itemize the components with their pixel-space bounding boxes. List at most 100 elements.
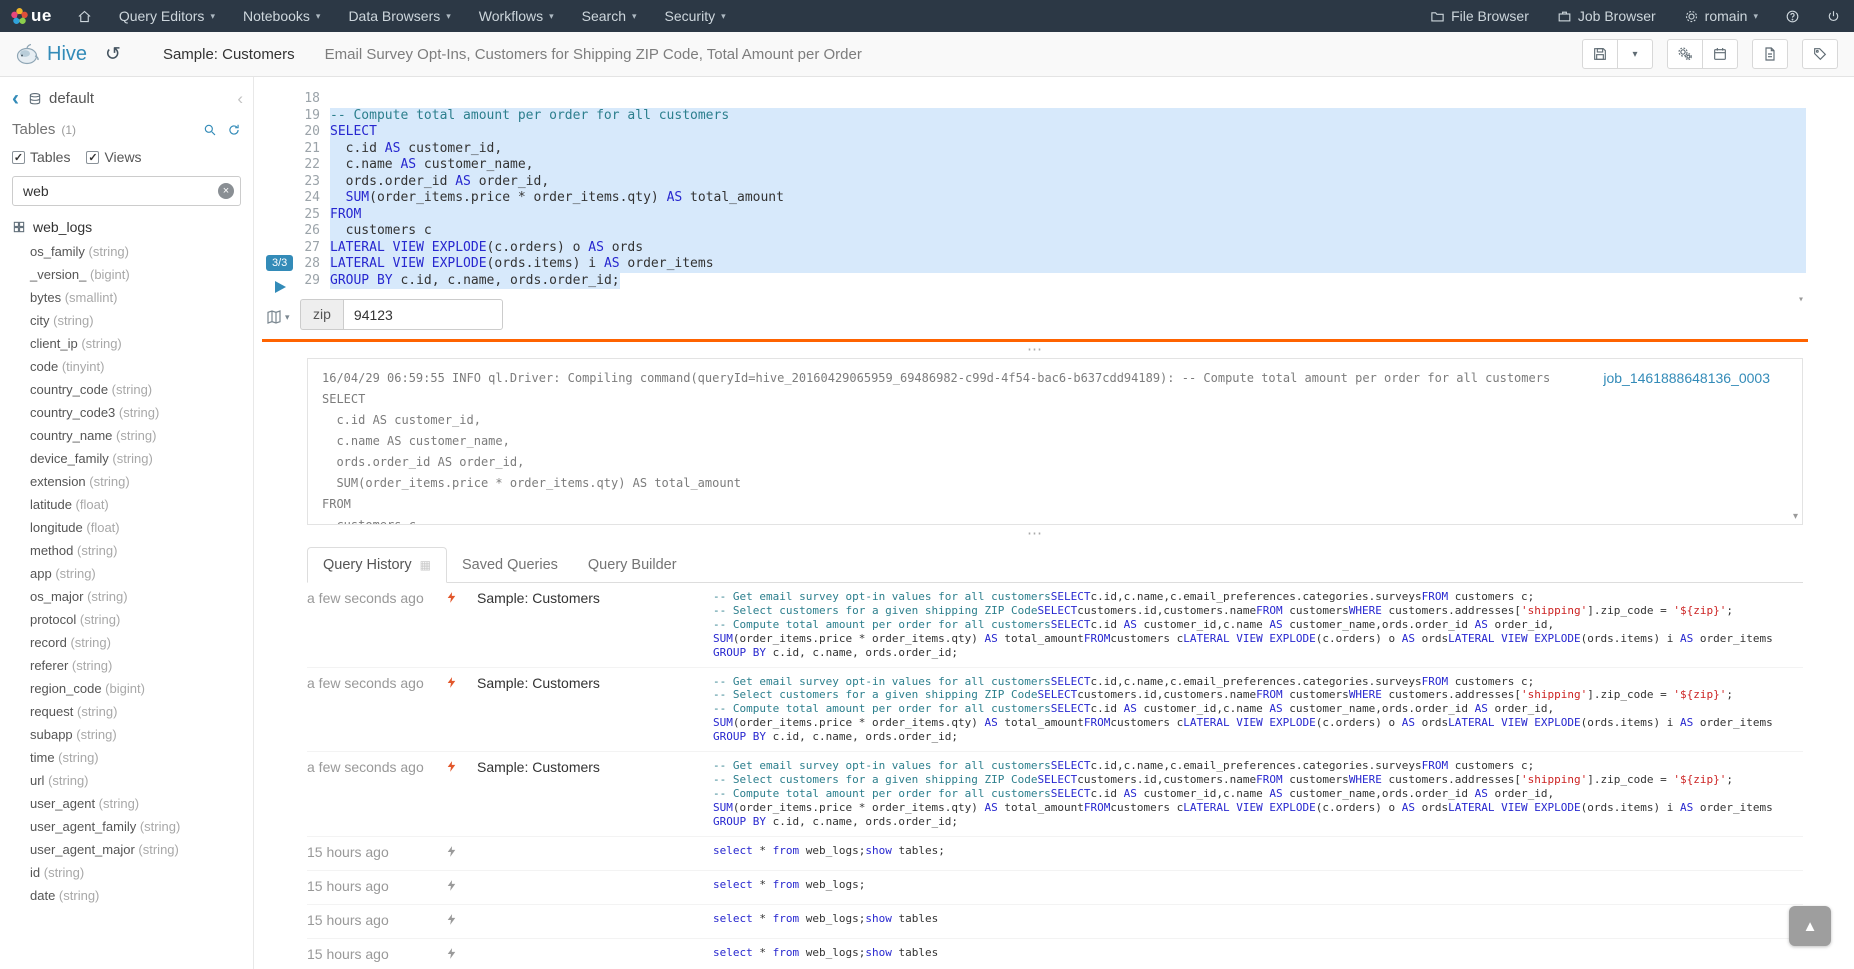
variable-input[interactable] bbox=[343, 299, 503, 330]
column-item[interactable]: city (string) bbox=[0, 309, 253, 332]
refresh-icon[interactable] bbox=[227, 123, 241, 137]
column-item[interactable]: request (string) bbox=[0, 700, 253, 723]
save-options-button[interactable]: ▾ bbox=[1617, 39, 1653, 69]
collapse-sidebar-icon[interactable]: ‹ bbox=[237, 92, 243, 106]
hue-logo[interactable]: ue bbox=[0, 0, 64, 32]
column-item[interactable]: extension (string) bbox=[0, 470, 253, 493]
functions-panel-toggle[interactable]: ▾ bbox=[266, 309, 290, 325]
history-query-text[interactable]: select * from web_logs;show tables bbox=[713, 912, 1803, 926]
column-item[interactable]: os_family (string) bbox=[0, 240, 253, 263]
nav-menu-security[interactable]: Security▾ bbox=[651, 0, 740, 32]
column-item[interactable]: device_family (string) bbox=[0, 447, 253, 470]
history-query-text[interactable]: select * from web_logs;show tables; bbox=[713, 844, 1803, 858]
tab-query-history[interactable]: Query History▦ bbox=[307, 547, 447, 583]
column-item[interactable]: os_major (string) bbox=[0, 585, 253, 608]
sql-token: (c.orders) o bbox=[1316, 632, 1402, 645]
clear-search-button[interactable]: × bbox=[218, 183, 234, 199]
column-item[interactable]: country_code3 (string) bbox=[0, 401, 253, 424]
help-button[interactable] bbox=[1772, 0, 1813, 32]
history-query-text[interactable]: select * from web_logs;show tables bbox=[713, 946, 1803, 960]
column-item[interactable]: date (string) bbox=[0, 884, 253, 907]
history-timestamp: a few seconds ago bbox=[307, 590, 445, 606]
nav-menu-data-browsers[interactable]: Data Browsers▾ bbox=[334, 0, 464, 32]
sql-token: SELECT bbox=[330, 124, 377, 139]
column-item[interactable]: id (string) bbox=[0, 861, 253, 884]
column-item[interactable]: method (string) bbox=[0, 539, 253, 562]
column-item[interactable]: country_code (string) bbox=[0, 378, 253, 401]
column-item[interactable]: region_code (bigint) bbox=[0, 677, 253, 700]
search-icon[interactable] bbox=[203, 123, 217, 137]
history-row[interactable]: a few seconds agoSample: Customers-- Get… bbox=[307, 752, 1803, 837]
column-item[interactable]: longitude (float) bbox=[0, 516, 253, 539]
column-item[interactable]: time (string) bbox=[0, 746, 253, 769]
column-item[interactable]: protocol (string) bbox=[0, 608, 253, 631]
column-item[interactable]: user_agent (string) bbox=[0, 792, 253, 815]
database-row[interactable]: ‹ default ‹ bbox=[0, 77, 253, 113]
editor-code-line: c.id AS customer_id, bbox=[330, 141, 1806, 158]
resize-handle-top[interactable]: ⋯ bbox=[262, 345, 1808, 357]
history-row[interactable]: a few seconds ago Sample: Customers-- Get… bbox=[307, 583, 1803, 668]
column-item[interactable]: country_name (string) bbox=[0, 424, 253, 447]
column-item[interactable]: latitude (float) bbox=[0, 493, 253, 516]
column-item[interactable]: referer (string) bbox=[0, 654, 253, 677]
editor-code-line: customers c bbox=[330, 223, 1806, 240]
history-query-name[interactable]: Sample: Customers bbox=[477, 675, 713, 691]
home-button[interactable] bbox=[64, 0, 105, 32]
history-query-text[interactable]: -- Get email survey opt-in values for al… bbox=[713, 590, 1803, 660]
column-item[interactable]: user_agent_family (string) bbox=[0, 815, 253, 838]
sql-token: c.id, c.name, ords.order_id; bbox=[766, 730, 958, 743]
back-icon[interactable]: ‹ bbox=[12, 92, 19, 106]
job-link[interactable]: job_1461888648136_0003 bbox=[1603, 370, 1770, 386]
execute-button[interactable] bbox=[272, 279, 288, 298]
column-item[interactable]: _version_ (bigint) bbox=[0, 263, 253, 286]
file-browser-link[interactable]: File Browser bbox=[1416, 0, 1543, 32]
history-query-name[interactable]: Sample: Customers bbox=[477, 590, 713, 606]
column-item[interactable]: code (tinyint) bbox=[0, 355, 253, 378]
nav-menu-workflows[interactable]: Workflows▾ bbox=[465, 0, 568, 32]
filter-tables-checkbox[interactable]: Tables bbox=[12, 149, 70, 165]
table-item[interactable]: web_logs bbox=[0, 210, 253, 240]
editor-scrollbar-down-icon[interactable]: ▾ bbox=[1798, 294, 1804, 305]
tags-button[interactable] bbox=[1802, 39, 1838, 69]
user-menu[interactable]: romain ▾ bbox=[1670, 0, 1772, 32]
history-query-text[interactable]: select * from web_logs; bbox=[713, 878, 1803, 892]
history-row[interactable]: 15 hours agoselect * from web_logs;show … bbox=[307, 837, 1803, 871]
result-count-badge[interactable]: 3/3 bbox=[266, 255, 293, 271]
query-history-toggle[interactable]: ↺ bbox=[105, 45, 121, 64]
logout-button[interactable] bbox=[1813, 0, 1854, 32]
history-row[interactable]: 15 hours agoselect * from web_logs;show … bbox=[307, 905, 1803, 939]
column-item[interactable]: user_agent_major (string) bbox=[0, 838, 253, 861]
column-type: (string) bbox=[86, 474, 130, 489]
history-row[interactable]: a few seconds agoSample: Customers-- Get… bbox=[307, 668, 1803, 753]
column-item[interactable]: subapp (string) bbox=[0, 723, 253, 746]
new-document-button[interactable] bbox=[1752, 39, 1788, 69]
column-item[interactable]: client_ip (string) bbox=[0, 332, 253, 355]
history-query-text[interactable]: -- Get email survey opt-in values for al… bbox=[713, 675, 1803, 745]
column-item[interactable]: record (string) bbox=[0, 631, 253, 654]
resize-handle-bottom[interactable]: ⋯ bbox=[262, 529, 1808, 541]
nav-menu-notebooks[interactable]: Notebooks▾ bbox=[229, 0, 334, 32]
sql-editor[interactable]: 1819-- Compute total amount per order fo… bbox=[300, 91, 1806, 291]
save-button[interactable] bbox=[1582, 39, 1618, 69]
job-browser-link[interactable]: Job Browser bbox=[1543, 0, 1670, 32]
schedule-button[interactable] bbox=[1702, 39, 1738, 69]
sql-token: LATERAL VIEW EXPLODE bbox=[330, 240, 487, 255]
column-item[interactable]: url (string) bbox=[0, 769, 253, 792]
nav-menu-query-editors[interactable]: Query Editors▾ bbox=[105, 0, 229, 32]
tab-query-builder[interactable]: Query Builder bbox=[573, 548, 692, 582]
filter-views-checkbox[interactable]: Views bbox=[86, 149, 141, 165]
nav-menu-search[interactable]: Search▾ bbox=[568, 0, 651, 32]
log-scrollbar-down-icon[interactable]: ▾ bbox=[1793, 511, 1798, 522]
scroll-top-button[interactable]: ▲ bbox=[1789, 906, 1831, 946]
history-row[interactable]: 15 hours agoselect * from web_logs;show … bbox=[307, 939, 1803, 969]
column-item[interactable]: bytes (smallint) bbox=[0, 286, 253, 309]
hive-app-link[interactable]: Hive bbox=[14, 41, 87, 67]
table-search-input[interactable] bbox=[12, 176, 241, 206]
history-query-text[interactable]: -- Get email survey opt-in values for al… bbox=[713, 759, 1803, 829]
column-item[interactable]: app (string) bbox=[0, 562, 253, 585]
settings-button[interactable] bbox=[1667, 39, 1703, 69]
history-query-name[interactable]: Sample: Customers bbox=[477, 759, 713, 775]
history-row[interactable]: 15 hours agoselect * from web_logs; bbox=[307, 871, 1803, 905]
sql-token: 'shipping' bbox=[1521, 773, 1587, 786]
tab-saved-queries[interactable]: Saved Queries bbox=[447, 548, 573, 582]
